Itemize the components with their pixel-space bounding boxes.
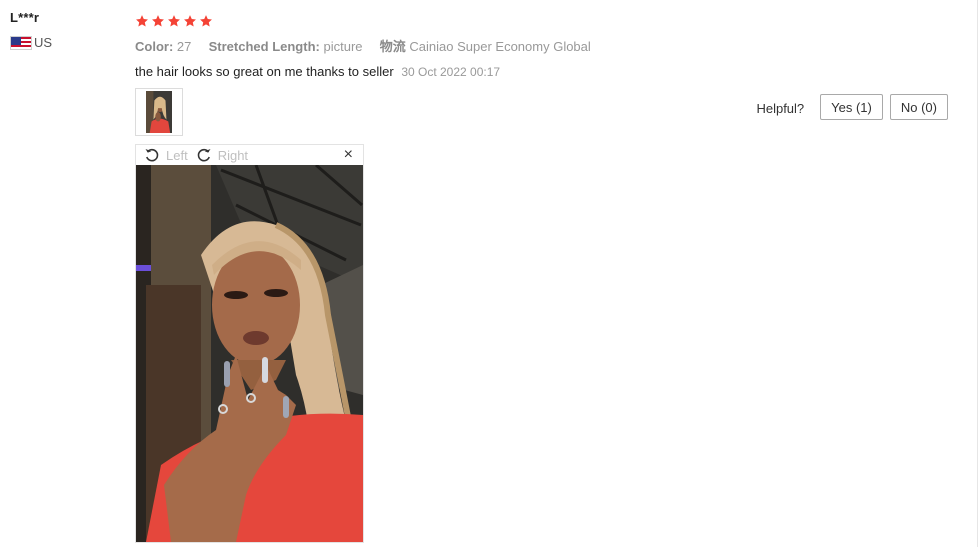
rotate-right-button[interactable]: Right [196,147,248,163]
star-icon [168,15,180,27]
star-icon [152,15,164,27]
reviewer-name: L***r [10,10,40,25]
attr-shipping-value: Cainiao Super Economy Global [409,39,591,54]
rotate-left-label: Left [166,147,188,163]
helpful-no-button[interactable]: No (0) [889,94,948,120]
review-date: 30 Oct 2022 00:17 [401,65,501,79]
us-flag-icon [10,35,32,50]
photo-viewer: Left Right × [135,144,364,543]
close-icon[interactable]: × [344,147,353,163]
review-text-line: the hair looks so great on me thanks to … [135,64,955,79]
rotate-right-icon [197,148,211,162]
viewer-toolbar: Left Right × [136,145,363,165]
attr-shipping-key: 物流 [379,39,406,54]
attr-color-value: 27 [176,39,192,54]
helpful-label: Helpful? [756,100,805,116]
rotate-left-button[interactable]: Left [144,147,188,163]
product-attributes: Color: 27 Stretched Length: picture 物流 C… [135,36,955,55]
star-rating [135,12,955,30]
thumbnail-image [146,91,172,133]
review-text: the hair looks so great on me thanks to … [135,64,394,79]
star-icon [136,15,148,27]
attr-length-value: picture [323,39,363,54]
attr-length-key: Stretched Length: [208,39,320,54]
helpful-votes: Helpful? Yes (1) No (0) [756,94,948,120]
review-photo [136,165,363,542]
review-photo-thumbnail[interactable] [135,88,183,136]
rotate-left-icon [145,148,159,162]
reviewer-info: L***r US [10,10,52,50]
attr-color-key: Color: [135,39,174,54]
reviewer-country: US [10,35,52,50]
rotate-right-label: Right [217,147,249,163]
country-code: US [34,35,53,50]
star-icon [184,15,196,27]
review-body: Color: 27 Stretched Length: picture 物流 C… [135,12,955,79]
helpful-yes-button[interactable]: Yes (1) [820,94,883,120]
star-icon [200,15,212,27]
